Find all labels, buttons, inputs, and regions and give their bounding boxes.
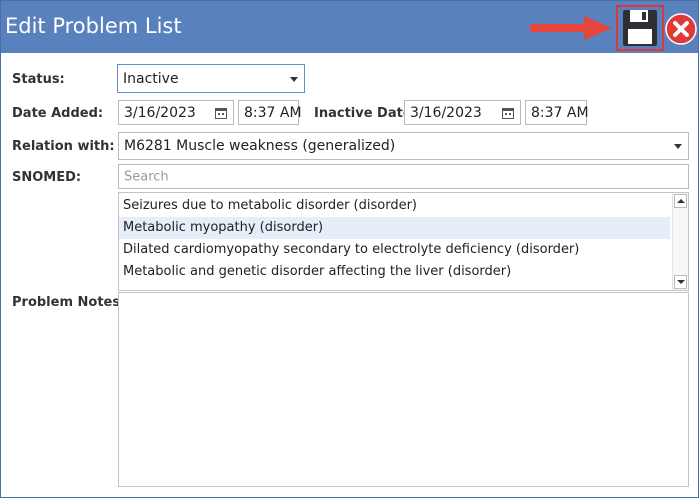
problem-notes-textarea[interactable] xyxy=(118,292,689,487)
search-placeholder: Search xyxy=(124,169,169,184)
inactive-date-time-field[interactable]: 8:37 AM xyxy=(525,100,589,125)
list-item[interactable]: Metabolic and genetic disorder affecting… xyxy=(119,261,670,283)
edit-problem-list-dialog: Edit Problem List Status: Inactive Date … xyxy=(0,0,699,498)
inactive-date-field[interactable]: 3/16/2023 xyxy=(404,100,521,125)
scroll-up-button[interactable] xyxy=(674,194,687,208)
problem-notes-label: Problem Notes: xyxy=(12,295,126,310)
results-scrollbar[interactable] xyxy=(672,193,688,290)
date-added-label: Date Added: xyxy=(12,106,104,121)
status-value: Inactive xyxy=(123,70,179,87)
calendar-icon[interactable] xyxy=(502,107,514,119)
chevron-down-icon xyxy=(674,144,682,149)
title-bar: Edit Problem List xyxy=(1,1,698,53)
date-added-time-field[interactable]: 8:37 AM xyxy=(238,100,302,125)
inactive-date-label: Inactive Date: xyxy=(314,106,417,121)
date-added-field[interactable]: 3/16/2023 xyxy=(118,100,234,125)
chevron-up-icon xyxy=(677,199,685,203)
list-item[interactable]: Dilated cardiomyopathy secondary to elec… xyxy=(119,239,670,261)
list-item[interactable]: Seizures due to metabolic disorder (diso… xyxy=(119,195,670,217)
relation-value: M6281 Muscle weakness (generalized) xyxy=(124,138,396,154)
inactive-date-time: 8:37 AM xyxy=(531,104,589,121)
list-item-selected[interactable]: Metabolic myopathy (disorder) xyxy=(119,217,670,239)
snomed-label: SNOMED: xyxy=(12,170,82,185)
save-button[interactable] xyxy=(616,5,664,51)
calendar-icon[interactable] xyxy=(215,107,227,119)
chevron-down-icon xyxy=(290,76,298,82)
dialog-title: Edit Problem List xyxy=(5,14,182,38)
close-button[interactable] xyxy=(665,13,697,45)
status-label: Status: xyxy=(12,72,65,87)
close-icon xyxy=(665,13,697,45)
save-icon xyxy=(623,10,657,46)
chevron-down-icon xyxy=(677,280,685,284)
relation-label: Relation with: xyxy=(12,139,115,154)
inactive-date-value: 3/16/2023 xyxy=(410,104,482,121)
annotation-arrow-icon xyxy=(530,16,612,40)
scroll-down-button[interactable] xyxy=(674,275,687,289)
relation-select[interactable]: M6281 Muscle weakness (generalized) xyxy=(118,132,689,160)
snomed-results-list[interactable]: Seizures due to metabolic disorder (diso… xyxy=(118,192,689,291)
date-added-value: 3/16/2023 xyxy=(124,104,196,121)
status-select[interactable]: Inactive xyxy=(117,64,305,93)
snomed-search-input[interactable]: Search xyxy=(118,164,689,189)
date-added-time: 8:37 AM xyxy=(244,104,302,121)
